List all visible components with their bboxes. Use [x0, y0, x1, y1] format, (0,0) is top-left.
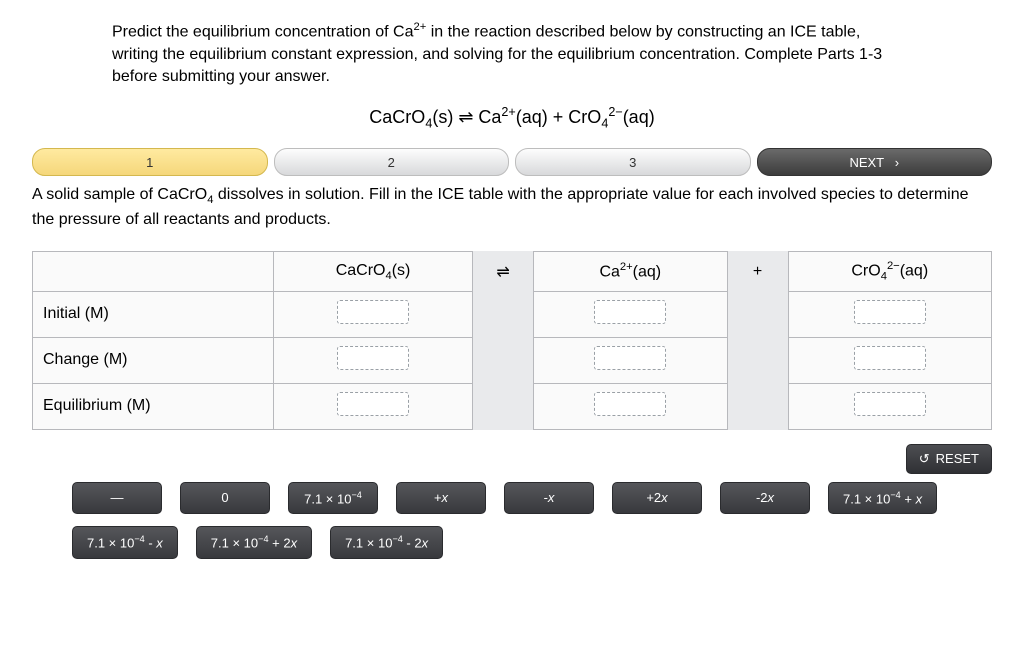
tile-r2-1[interactable]: 7.1 × 10−4 + 2x [196, 526, 312, 558]
instructions-text: Predict the equilibrium concentration of… [112, 20, 892, 89]
tile-r1-7[interactable]: 7.1 × 10−4 + x [828, 482, 937, 514]
ice-row-label-1: Change (M) [33, 337, 274, 383]
reset-button[interactable]: ↺ RESET [906, 444, 992, 474]
ice-dropzone-r2-c1[interactable] [337, 392, 409, 416]
tile-r1-0[interactable]: — [72, 482, 162, 514]
part-description: A solid sample of CaCrO4 dissolves in so… [32, 184, 992, 231]
reset-icon: ↺ [919, 451, 930, 467]
ice-dropzone-r0-c5[interactable] [854, 300, 926, 324]
ice-dropzone-r0-c3[interactable] [594, 300, 666, 324]
ice-row-label-0: Initial (M) [33, 291, 274, 337]
ice-header-1: CaCrO4(s) [274, 252, 473, 292]
ice-table: CaCrO4(s)⇌Ca2+(aq)+CrO42−(aq) Initial (M… [32, 251, 992, 430]
ice-header-5: CrO42−(aq) [788, 252, 991, 292]
ice-dropzone-r2-c5[interactable] [854, 392, 926, 416]
ice-dropzone-r1-c5[interactable] [854, 346, 926, 370]
ice-dropzone-r2-c3[interactable] [594, 392, 666, 416]
ice-header-4: + [727, 252, 788, 292]
tile-r1-2[interactable]: 7.1 × 10−4 [288, 482, 378, 514]
ice-header-3: Ca2+(aq) [534, 252, 727, 292]
tile-r2-0[interactable]: 7.1 × 10−4 - x [72, 526, 178, 558]
tile-r1-3[interactable]: +x [396, 482, 486, 514]
ice-header-2: ⇌ [473, 252, 534, 292]
reset-label: RESET [936, 451, 979, 466]
tile-r2-2[interactable]: 7.1 × 10−4 - 2x [330, 526, 443, 558]
ice-row-label-2: Equilibrium (M) [33, 383, 274, 429]
part-stepper: 123NEXT › [32, 148, 992, 176]
ice-dropzone-r1-c1[interactable] [337, 346, 409, 370]
ice-dropzone-r1-c3[interactable] [594, 346, 666, 370]
step-3[interactable]: 3 [515, 148, 751, 176]
tile-r1-1[interactable]: 0 [180, 482, 270, 514]
answer-tile-bank: — 0 7.1 × 10−4 +x -x +2x -2x 7.1 × 10−4 + x 7.1… [32, 482, 992, 559]
tile-r1-6[interactable]: -2x [720, 482, 810, 514]
tile-r1-5[interactable]: +2x [612, 482, 702, 514]
step-2[interactable]: 2 [274, 148, 510, 176]
step-1[interactable]: 1 [32, 148, 268, 176]
ice-header-0 [33, 252, 274, 292]
tile-r1-4[interactable]: -x [504, 482, 594, 514]
ice-dropzone-r0-c1[interactable] [337, 300, 409, 324]
step-next-button[interactable]: NEXT › [757, 148, 993, 176]
reaction-equation: CaCrO4(s) ⇌ Ca2+(aq) + CrO42−(aq) [32, 105, 992, 131]
